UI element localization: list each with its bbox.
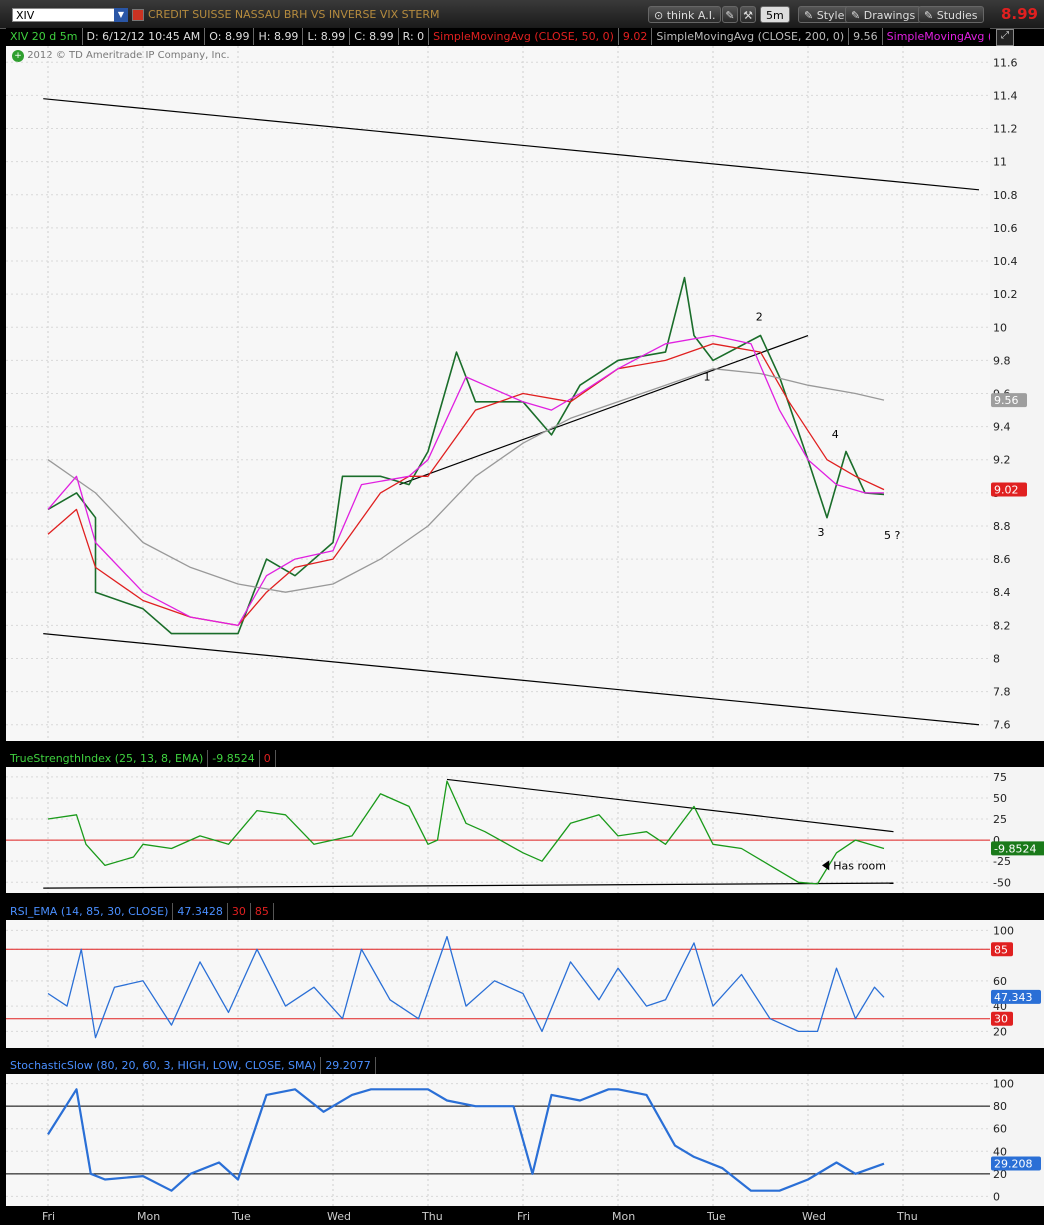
series-line-price-1 [47, 343, 885, 627]
x-tick-label: Thu [896, 1210, 918, 1223]
wave-annotation: 3 [818, 526, 825, 539]
axis-value-badge-label: 9.02 [994, 484, 1019, 497]
series-line-tsi-0 [47, 780, 885, 885]
series-line-price-0 [47, 276, 885, 635]
y-tick-label: 60 [993, 975, 1007, 988]
trendline [446, 778, 894, 833]
wave-annotation: 5 ? [884, 529, 900, 542]
y-tick-label: 80 [993, 1100, 1007, 1113]
y-tick-label: 11.6 [993, 56, 1018, 69]
annotation-arrow-icon [822, 860, 830, 871]
x-tick-label: Tue [231, 1210, 251, 1223]
y-tick-label: 11 [993, 156, 1007, 169]
wave-annotation: 2 [756, 311, 763, 324]
y-tick-label: -50 [993, 876, 1011, 889]
trendline [43, 98, 980, 191]
y-tick-label: 8.8 [993, 520, 1011, 533]
trendline [43, 882, 894, 889]
x-tick-label: Thu [421, 1210, 443, 1223]
y-tick-label: 9.4 [993, 421, 1011, 434]
y-tick-label: 100 [993, 924, 1014, 937]
x-tick-label: Mon [137, 1210, 160, 1223]
x-tick-label: Tue [706, 1210, 726, 1223]
series-line-rsi-0 [47, 935, 885, 1039]
y-tick-label: 40 [993, 1145, 1007, 1158]
wave-annotation: 1 [704, 370, 711, 383]
y-tick-label: 7.6 [993, 719, 1011, 732]
y-tick-label: 11.2 [993, 123, 1018, 136]
y-tick-label: 10.8 [993, 189, 1018, 202]
y-tick-label: 11.4 [993, 89, 1018, 102]
y-tick-label: 50 [993, 792, 1007, 805]
y-tick-label: 25 [993, 813, 1007, 826]
x-tick-label: Wed [327, 1210, 351, 1223]
axis-value-badge-label: 30 [994, 1013, 1008, 1026]
y-tick-label: 9.2 [993, 454, 1011, 467]
y-tick-label: 8.4 [993, 586, 1011, 599]
y-tick-label: 75 [993, 771, 1007, 784]
axis-value-badge-label: 85 [994, 943, 1008, 956]
y-tick-label: 7.8 [993, 686, 1011, 699]
x-tick-label: Wed [802, 1210, 826, 1223]
y-tick-label: 8.2 [993, 619, 1011, 632]
chart-canvas: 11.611.411.21110.810.610.410.2109.89.69.… [6, 46, 1044, 1223]
x-tick-label: Fri [517, 1210, 530, 1223]
y-tick-label: 10.6 [993, 222, 1018, 235]
axis-value-badge-label: 9.56 [994, 394, 1019, 407]
y-tick-label: 10.4 [993, 255, 1018, 268]
series-line-stoch-0 [47, 1088, 885, 1192]
wave-annotation: 4 [832, 428, 839, 441]
y-tick-label: 8.6 [993, 553, 1011, 566]
y-tick-label: 9.8 [993, 354, 1011, 367]
trendline [43, 633, 980, 726]
annotation-text: Has room [833, 859, 886, 872]
y-tick-label: 100 [993, 1078, 1014, 1091]
trendline [399, 334, 809, 486]
y-tick-label: 0 [993, 1190, 1000, 1203]
y-tick-label: -25 [993, 855, 1011, 868]
axis-value-badge-label: -9.8524 [994, 842, 1036, 855]
axis-value-badge-label: 47.343 [994, 991, 1033, 1004]
x-tick-label: Fri [42, 1210, 55, 1223]
y-tick-label: 10 [993, 321, 1007, 334]
y-tick-label: 60 [993, 1123, 1007, 1136]
x-tick-label: Mon [612, 1210, 635, 1223]
y-tick-label: 20 [993, 1025, 1007, 1038]
y-tick-label: 8 [993, 652, 1000, 665]
axis-value-badge-label: 29.208 [994, 1157, 1033, 1170]
y-tick-label: 10.2 [993, 288, 1018, 301]
